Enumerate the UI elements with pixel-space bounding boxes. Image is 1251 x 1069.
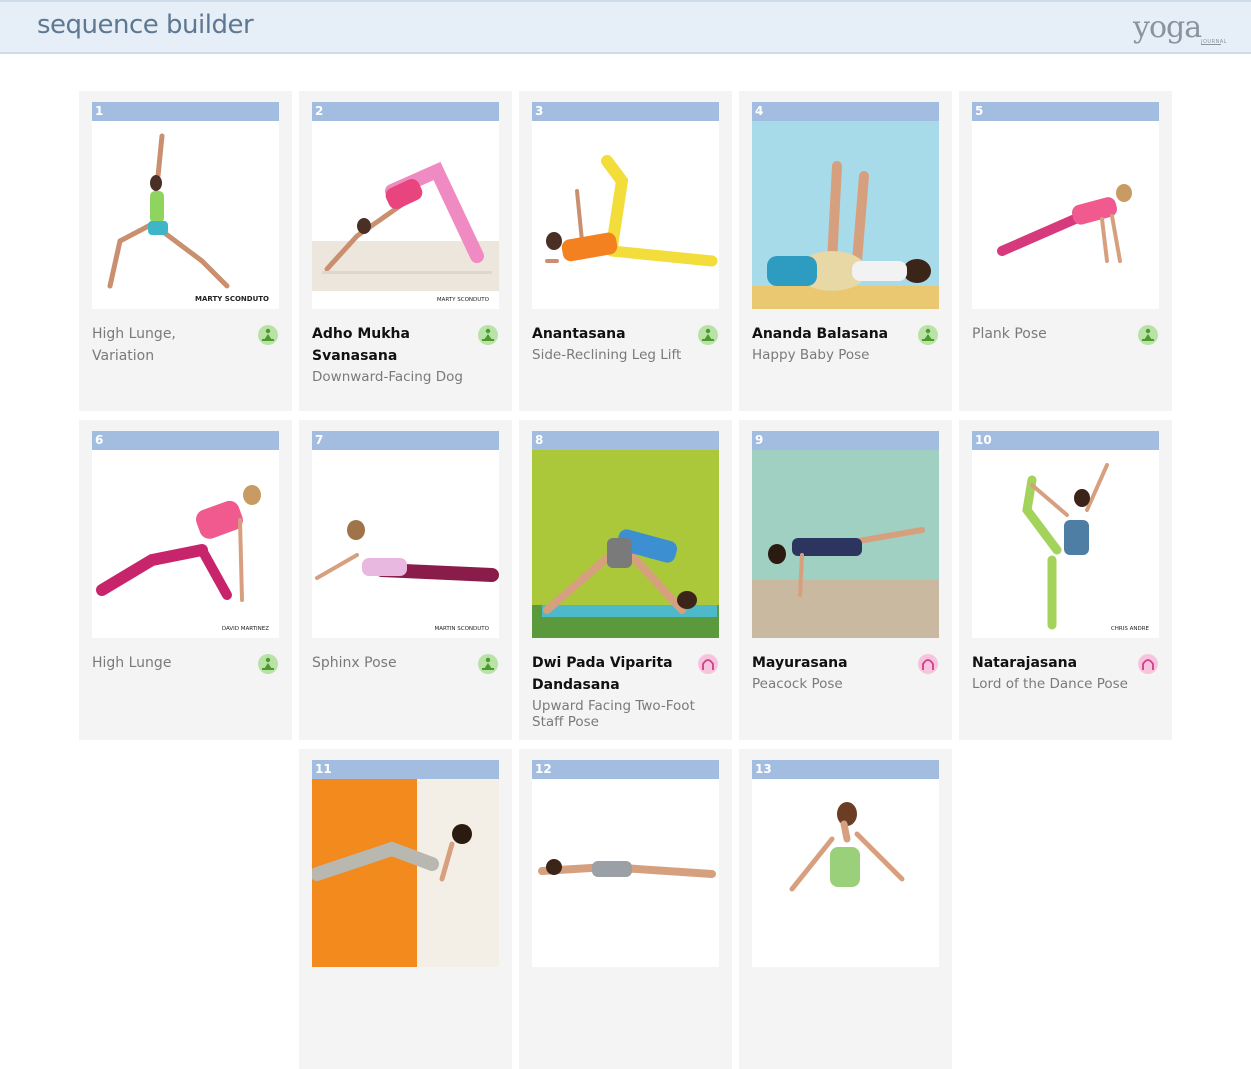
pose-card[interactable]: 2 MARTY SCONDUTO Adho Mukha Svanasana Do…: [299, 91, 512, 411]
meditation-icon: [258, 654, 278, 674]
pose-photo[interactable]: MARTY SCONDUTO: [92, 121, 279, 309]
pose-number-bar: 3: [532, 102, 719, 121]
pose-subtitle: Happy Baby Pose: [752, 347, 870, 363]
pose-number: 9: [755, 433, 764, 447]
pose-subtitle: Peacock Pose: [752, 676, 843, 692]
app-header: sequence builder yoga JOURNAL: [0, 0, 1251, 54]
pose-number: 7: [315, 433, 324, 447]
pose-number: 12: [535, 762, 552, 776]
pose-photo[interactable]: MARTIN SCONDUTO: [312, 450, 499, 638]
meditation-icon: [1138, 325, 1158, 345]
arch-icon: [698, 654, 718, 674]
logo-wordmark: yoga: [1133, 10, 1202, 45]
pose-number: 8: [535, 433, 544, 447]
pose-card[interactable]: 5 Plank Pose: [959, 91, 1172, 411]
photo-credit: CHRIS ANDRE: [1110, 626, 1149, 632]
pose-number: 11: [315, 762, 332, 776]
pose-photo[interactable]: CHRIS ANDRE: [972, 450, 1159, 638]
pose-photo[interactable]: [532, 121, 719, 309]
pose-card[interactable]: 4 Ananda Balasana Happy Baby Pose: [739, 91, 952, 411]
pose-title[interactable]: Adho Mukha Svanasana: [312, 323, 462, 367]
pose-card[interactable]: 13: [739, 749, 952, 1069]
pose-number-bar: 4: [752, 102, 939, 121]
pose-number: 4: [755, 104, 764, 118]
pose-title[interactable]: Anantasana: [532, 323, 682, 345]
pose-card[interactable]: 3 Anantasana Side-Reclining Leg Lift: [519, 91, 732, 411]
pose-title[interactable]: Mayurasana: [752, 652, 902, 674]
pose-title[interactable]: Dwi Pada Viparita Dandasana: [532, 652, 682, 696]
pose-number: 5: [975, 104, 984, 118]
arch-icon: [918, 654, 938, 674]
photo-credit: MARTIN SCONDUTO: [434, 626, 490, 632]
pose-number-bar: 5: [972, 102, 1159, 121]
pose-subtitle: Side-Reclining Leg Lift: [532, 347, 682, 363]
pose-number-bar: 2: [312, 102, 499, 121]
pose-number-bar: 7: [312, 431, 499, 450]
pose-subtitle: Downward-Facing Dog: [312, 369, 463, 385]
pose-card[interactable]: 11: [299, 749, 512, 1069]
photo-credit: MARTY SCONDUTO: [436, 297, 489, 303]
pose-card[interactable]: 9 Mayurasana Peacock Pose: [739, 420, 952, 740]
pose-number-bar: 13: [752, 760, 939, 779]
pose-title[interactable]: Plank Pose: [972, 323, 1122, 345]
pose-number-bar: 12: [532, 760, 719, 779]
pose-photo[interactable]: [532, 779, 719, 967]
pose-photo[interactable]: [752, 779, 939, 967]
pose-number: 10: [975, 433, 992, 447]
pose-number: 1: [95, 104, 104, 118]
pose-title[interactable]: Ananda Balasana: [752, 323, 902, 345]
meditation-icon: [478, 654, 498, 674]
pose-number: 6: [95, 433, 104, 447]
pose-number: 13: [755, 762, 772, 776]
pose-card[interactable]: 12: [519, 749, 732, 1069]
pose-photo[interactable]: [752, 121, 939, 309]
logo-subtext: JOURNAL: [1201, 39, 1227, 45]
pose-photo[interactable]: MARTY SCONDUTO: [312, 121, 499, 309]
pose-number-bar: 11: [312, 760, 499, 779]
pose-photo[interactable]: DAVID MARTINEZ: [92, 450, 279, 638]
pose-card[interactable]: 6 DAVID MARTINEZ High Lunge: [79, 420, 292, 740]
photo-credit: DAVID MARTINEZ: [221, 626, 269, 632]
pose-title[interactable]: Natarajasana: [972, 652, 1122, 674]
pose-photo[interactable]: [312, 779, 499, 967]
meditation-icon: [918, 325, 938, 345]
pose-subtitle: Lord of the Dance Pose: [972, 676, 1128, 692]
pose-title[interactable]: High Lunge: [92, 652, 242, 674]
pose-number-bar: 10: [972, 431, 1159, 450]
pose-title[interactable]: High Lunge, Variation: [92, 323, 242, 367]
meditation-icon: [258, 325, 278, 345]
pose-photo[interactable]: [532, 450, 719, 638]
pose-card[interactable]: 10 CHRIS ANDRE Natarajasana Lord of the …: [959, 420, 1172, 740]
pose-subtitle: Upward Facing Two-Foot Staff Pose: [532, 698, 695, 730]
pose-card[interactable]: 8 Dwi Pada Viparita Dandasana Upward Fac…: [519, 420, 732, 740]
photo-credit: MARTY SCONDUTO: [195, 295, 269, 303]
pose-card[interactable]: 7 MARTIN SCONDUTO Sphinx Pose: [299, 420, 512, 740]
arch-icon: [1138, 654, 1158, 674]
pose-photo[interactable]: [972, 121, 1159, 309]
pose-number-bar: 8: [532, 431, 719, 450]
pose-number-bar: 9: [752, 431, 939, 450]
pose-number: 3: [535, 104, 544, 118]
meditation-icon: [698, 325, 718, 345]
pose-title[interactable]: Sphinx Pose: [312, 652, 462, 674]
meditation-icon: [478, 325, 498, 345]
yoga-journal-logo[interactable]: yoga JOURNAL: [1133, 10, 1227, 50]
pose-number-bar: 6: [92, 431, 279, 450]
pose-photo[interactable]: [752, 450, 939, 638]
pose-card[interactable]: 1 MARTY SCONDUTO High Lunge, Variation: [79, 91, 292, 411]
pose-number: 2: [315, 104, 324, 118]
pose-number-bar: 1: [92, 102, 279, 121]
app-title: sequence builder: [37, 10, 254, 40]
